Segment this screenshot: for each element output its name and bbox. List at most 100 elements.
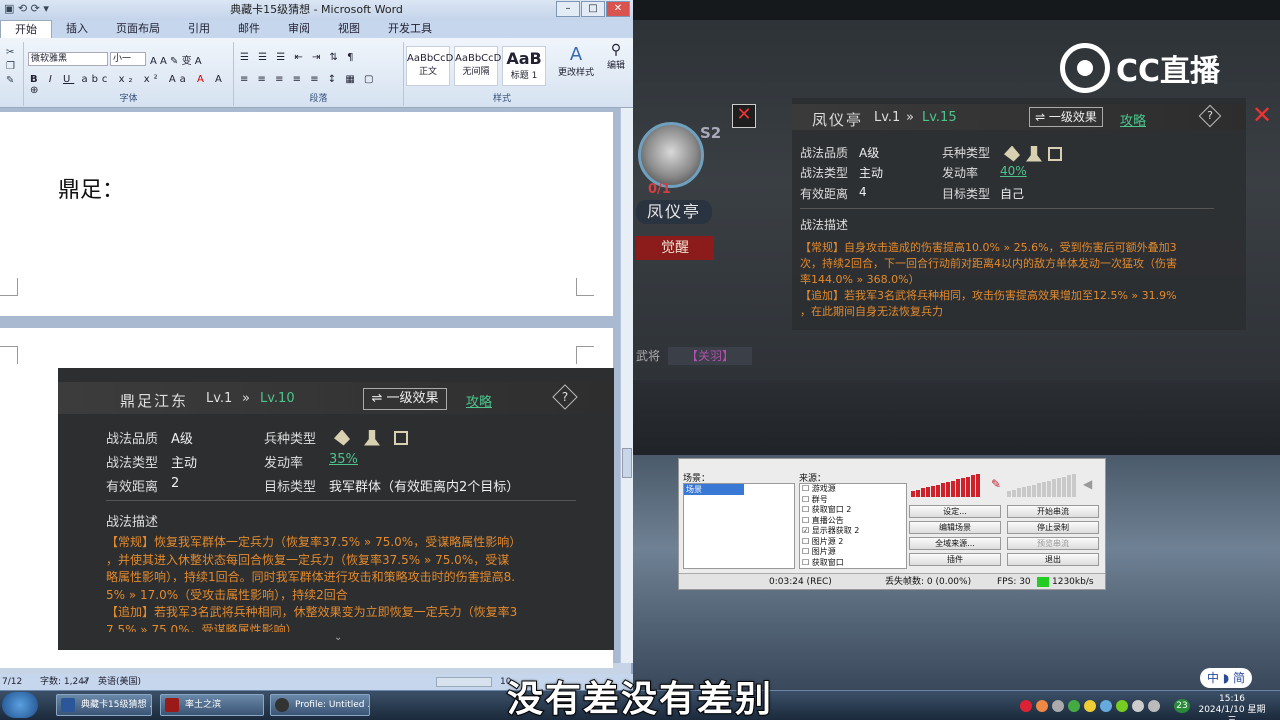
guide-link[interactable]: 攻略 bbox=[1120, 110, 1146, 129]
obs-stop-record-button[interactable]: 停止录制 bbox=[1007, 521, 1099, 534]
dropped-frames: 丢失帧数: 0 (0.00%) bbox=[885, 577, 972, 587]
cavalry-icon bbox=[334, 429, 350, 446]
align-icons[interactable]: ≡ ≡ ≡ ≡ ≡ ↕ ▦ ▢ bbox=[240, 74, 376, 85]
source-name: 群号 bbox=[811, 494, 828, 504]
obs-edit-scene-button[interactable]: 编辑场景 bbox=[909, 521, 1001, 534]
scroll-thumb[interactable] bbox=[622, 448, 632, 478]
tab-home[interactable]: 开始 bbox=[0, 20, 52, 38]
meter-bar bbox=[911, 491, 915, 497]
source-checkbox[interactable]: ☐ bbox=[802, 537, 812, 546]
source-checkbox[interactable]: ☐ bbox=[802, 495, 812, 504]
source-item[interactable]: ☐ 图片源 2 bbox=[802, 537, 906, 548]
obs-settings-button[interactable]: 设定... bbox=[909, 505, 1001, 518]
meter-bar bbox=[926, 487, 930, 497]
font-size-select[interactable]: 小一 bbox=[110, 52, 146, 66]
obs-window: 场景： 场景 来源： ☐ 游戏源 ☐ 群号 ☐ 获取窗口 2 ☐ 直播公告 ☑ 显示器获… bbox=[678, 458, 1106, 590]
document-page[interactable] bbox=[0, 112, 613, 316]
skill-panel-fengyiting: 凤仪亭 Lv.1 » Lv.15 ⇌ 一级效果 攻略 ? 战法品质 A级 兵种类… bbox=[792, 98, 1246, 330]
source-item[interactable]: ☐ 获取窗口 2 bbox=[802, 505, 906, 516]
audio-meter-mic bbox=[911, 473, 980, 497]
style-no-spacing[interactable]: AaBbCcD 无间隔 bbox=[454, 46, 501, 86]
window-title: 典藏卡15级猜想 - Microsoft Word bbox=[230, 3, 403, 16]
quick-access-toolbar[interactable]: ▣ ⟲ ⟳ ▾ bbox=[4, 2, 49, 15]
meter-bar bbox=[936, 484, 940, 497]
source-checkbox[interactable]: ☐ bbox=[802, 484, 812, 493]
troop-icons bbox=[1004, 143, 1068, 162]
desc-line: 略属性影响），持续1回合。同时我军群体进行攻击和策略攻击时的伤害提高8. bbox=[106, 570, 516, 584]
level-from: Lv.1 bbox=[874, 110, 901, 125]
source-item[interactable]: ☑ 显示器获取 2 bbox=[802, 526, 906, 537]
pen-icon[interactable]: ✎ bbox=[991, 477, 1001, 491]
tab-mailings[interactable]: 邮件 bbox=[224, 20, 274, 38]
style-heading1[interactable]: AaB 标题 1 bbox=[502, 46, 546, 86]
tab-view[interactable]: 视图 bbox=[324, 20, 374, 38]
source-item[interactable]: ☐ 游戏源 bbox=[802, 484, 906, 495]
minimize-icon[interactable]: – bbox=[556, 1, 580, 17]
source-checkbox[interactable]: ☐ bbox=[802, 558, 812, 567]
guide-link[interactable]: 攻略 bbox=[466, 391, 492, 410]
crop-mark bbox=[576, 346, 594, 364]
source-checkbox[interactable]: ☐ bbox=[802, 516, 812, 525]
source-name: 直播公告 bbox=[811, 515, 844, 525]
meter-bar bbox=[1027, 485, 1031, 497]
obs-status-bar: 0:03:24 (REC) 丢失帧数: 0 (0.00%) FPS: 30 12… bbox=[679, 573, 1105, 589]
scene-item[interactable]: 场景 bbox=[684, 484, 744, 495]
cc-logo-text: CC直播 bbox=[1116, 54, 1221, 89]
list-icons[interactable]: ☰ ☰ ☰ ⇤ ⇥ ⇅ ¶ bbox=[240, 52, 356, 63]
skill-panel-dingzu[interactable]: 鼎足江东 Lv.1 » Lv.10 ⇌ 一级效果 攻略 ? 战法品质 A级 兵种… bbox=[58, 368, 614, 650]
divider bbox=[800, 208, 1214, 209]
source-checkbox[interactable]: ☐ bbox=[802, 547, 812, 556]
effect-toggle-button[interactable]: ⇌ 一级效果 bbox=[363, 388, 447, 410]
source-name: 图片源 2 bbox=[811, 536, 844, 546]
effect-toggle-button[interactable]: ⇌ 一级效果 bbox=[1029, 107, 1103, 127]
desc-line: ，并使其进入休整状态每回合恢复一定兵力（恢复率37.5% » 75.0%，受谋 bbox=[106, 552, 510, 567]
obs-exit-button[interactable]: 退出 bbox=[1007, 553, 1099, 566]
general-avatar[interactable] bbox=[638, 122, 704, 188]
document-heading[interactable]: 鼎足： bbox=[58, 172, 124, 204]
vertical-scrollbar[interactable] bbox=[620, 108, 633, 663]
awaken-button[interactable]: 觉醒 bbox=[636, 236, 714, 260]
font-name-select[interactable]: 微软雅黑 bbox=[28, 52, 108, 66]
style-normal[interactable]: AaBbCcD 正文 bbox=[406, 46, 453, 86]
source-checkbox[interactable]: ☐ bbox=[802, 505, 812, 514]
rate-label: 发动率 bbox=[264, 456, 304, 471]
tab-layout[interactable]: 页面布局 bbox=[102, 20, 174, 38]
font-grow-icons[interactable]: A A ✎ 变 A bbox=[150, 52, 202, 67]
meter-bar bbox=[1052, 479, 1056, 497]
source-item[interactable]: ☐ 图片源 bbox=[802, 547, 906, 558]
source-item[interactable]: ☐ 直播公告 bbox=[802, 516, 906, 527]
range-label: 有效距离 bbox=[106, 480, 159, 495]
meter-bar bbox=[1037, 483, 1041, 497]
tab-review[interactable]: 审阅 bbox=[274, 20, 324, 38]
source-item[interactable]: ☐ 获取窗口 bbox=[802, 558, 906, 569]
scene-list[interactable]: 场景 bbox=[683, 483, 795, 569]
font-group-label: 字体 bbox=[119, 94, 138, 104]
styles-group: AaBbCcD 正文 AaBbCcD 无间隔 AaB 标题 1 A 更改样式 样式 bbox=[404, 42, 600, 106]
wujiang-tag[interactable]: 【关羽】 bbox=[668, 347, 752, 365]
tab-insert[interactable]: 插入 bbox=[52, 20, 102, 38]
close-icon[interactable]: ✕ bbox=[1250, 103, 1274, 128]
meter-bar bbox=[1047, 480, 1051, 497]
speaker-icon[interactable]: ◀ bbox=[1083, 477, 1092, 491]
avatar-count: 0/1 bbox=[648, 182, 671, 197]
source-checkbox[interactable]: ☑ bbox=[802, 526, 812, 535]
obs-preview-button[interactable]: 预览串流 bbox=[1007, 537, 1099, 550]
target-label: 目标类型 bbox=[264, 480, 317, 495]
obs-start-stream-button[interactable]: 开始串流 bbox=[1007, 505, 1099, 518]
tab-developer[interactable]: 开发工具 bbox=[374, 20, 446, 38]
meter-bar bbox=[946, 481, 950, 497]
archer-icon bbox=[364, 429, 380, 446]
quality-value: A级 bbox=[859, 146, 880, 160]
game-bottom-area bbox=[632, 380, 1280, 455]
change-styles-button[interactable]: A 更改样式 bbox=[556, 44, 596, 78]
maximize-icon[interactable]: □ bbox=[581, 1, 605, 17]
close-icon[interactable]: ✕ bbox=[606, 1, 630, 17]
source-item[interactable]: ☐ 群号 bbox=[802, 495, 906, 506]
obs-global-sources-button[interactable]: 全域来源... bbox=[909, 537, 1001, 550]
edit-button[interactable]: ⚲ 编辑 bbox=[602, 42, 630, 71]
obs-plugins-button[interactable]: 插件 bbox=[909, 553, 1001, 566]
source-list[interactable]: ☐ 游戏源 ☐ 群号 ☐ 获取窗口 2 ☐ 直播公告 ☑ 显示器获取 2 ☐ 图片源 2 ☐… bbox=[799, 483, 907, 569]
tab-references[interactable]: 引用 bbox=[174, 20, 224, 38]
chevron-down-icon[interactable]: ⌄ bbox=[334, 632, 342, 643]
close-icon[interactable]: ✕ bbox=[732, 104, 756, 128]
